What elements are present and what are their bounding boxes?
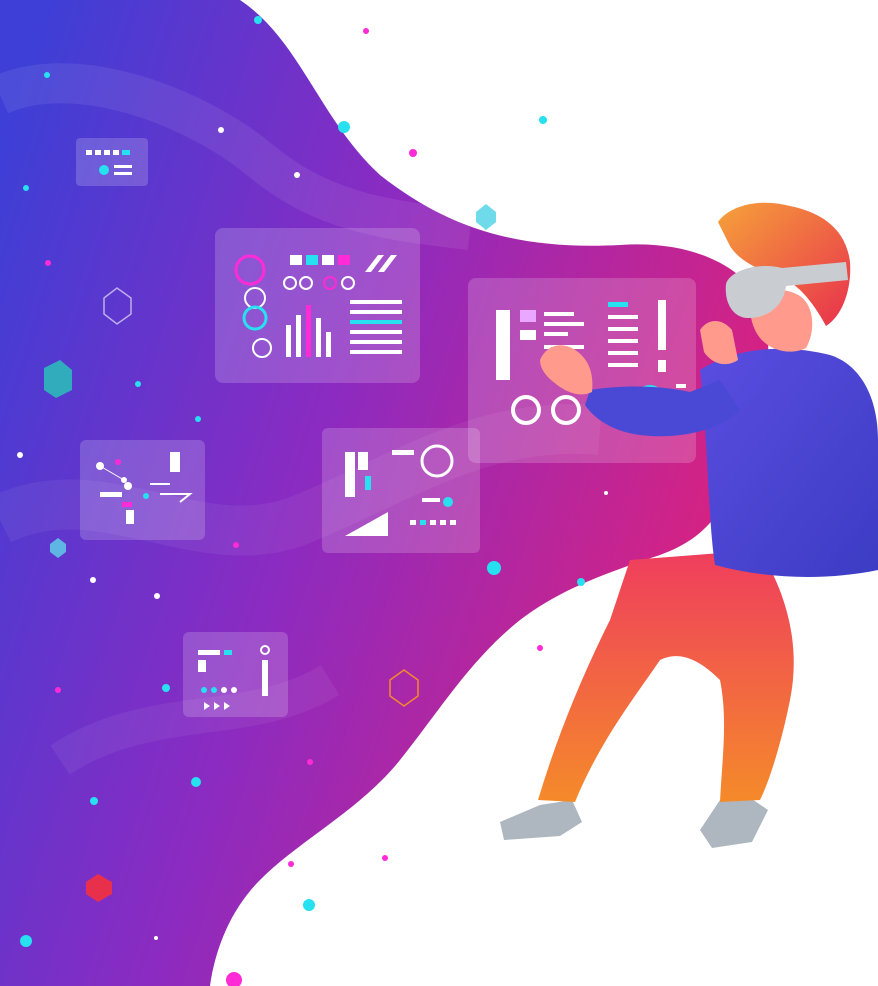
hud-panel-network <box>80 440 205 540</box>
hud-panel-small-bottom <box>183 632 288 717</box>
hud-panel-dashboard <box>215 228 420 383</box>
hud-panel-stats <box>322 428 480 553</box>
shirt <box>700 348 878 577</box>
cube-solid <box>476 204 496 230</box>
hud-panel-small-top <box>76 138 148 186</box>
vr-illustration <box>0 0 878 986</box>
right-shoe <box>700 795 768 848</box>
pants <box>538 550 794 802</box>
left-shoe <box>500 800 582 840</box>
